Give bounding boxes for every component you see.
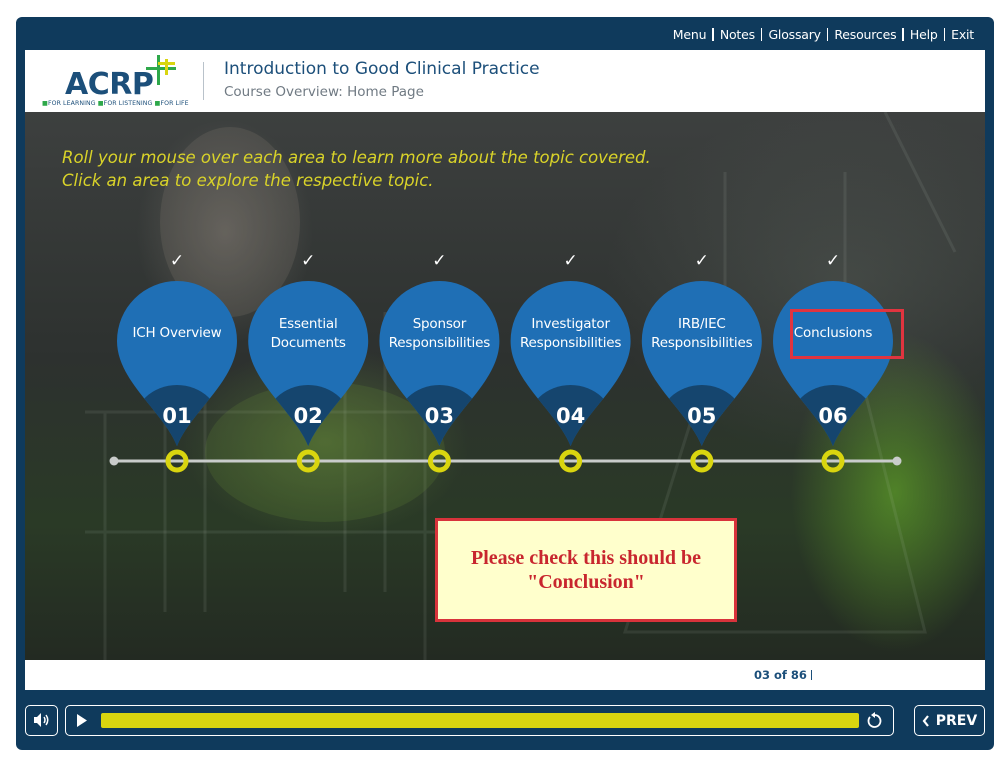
slide-stage: Roll your mouse over each area to learn … <box>25 112 985 660</box>
topic-label-05[interactable]: IRB/IEC Responsibilities <box>642 315 762 353</box>
topic-label-line: Essential <box>278 316 338 332</box>
acrp-logo: ACRP ■FOR LEARNING ■FOR LISTENING ■FOR L… <box>40 53 200 109</box>
nav-help[interactable]: Help <box>904 27 944 42</box>
topic-label-line: IRB/IEC <box>677 316 726 332</box>
prev-label: PREV <box>935 712 978 729</box>
header-divider <box>203 62 204 100</box>
topic-number-04[interactable]: 04 <box>541 404 601 428</box>
slide-counter: 03 of 86 <box>754 668 807 682</box>
review-highlight-box <box>790 309 904 359</box>
page-subtitle: Course Overview: Home Page <box>224 84 424 100</box>
nav-menu[interactable]: Menu <box>667 27 713 42</box>
player-controls: PREV <box>25 705 985 737</box>
review-comment-text: Please check this should be "Conclusion" <box>470 547 702 593</box>
logo-plus-icon <box>146 55 176 85</box>
nav-glossary[interactable]: Glossary <box>762 27 826 42</box>
prev-button[interactable]: PREV <box>914 705 985 736</box>
topic-number-06[interactable]: 06 <box>803 404 863 428</box>
topic-label-line: Responsibilities <box>388 335 491 351</box>
topic-pin-03[interactable] <box>379 281 500 473</box>
timeline-start-dot <box>109 456 119 466</box>
logo-tagline: ■FOR LEARNING ■FOR LISTENING ■FOR LIFE <box>42 100 189 107</box>
completed-check-icon: ✓ <box>169 251 185 270</box>
topic-number-05[interactable]: 05 <box>672 404 732 428</box>
topic-number-02[interactable]: 02 <box>278 404 338 428</box>
completed-check-icon: ✓ <box>694 251 709 270</box>
topic-number-03[interactable]: 03 <box>409 404 469 428</box>
topic-label-line: Sponsor <box>412 316 467 332</box>
slide-footer: 03 of 86 <box>25 660 985 690</box>
nav-notes[interactable]: Notes <box>714 27 761 42</box>
topic-label-line: ICH Overview <box>132 325 222 341</box>
topic-pin-04[interactable] <box>510 280 631 473</box>
nav-resources[interactable]: Resources <box>828 27 902 42</box>
completed-check-icon: ✓ <box>432 251 447 270</box>
topic-label-04[interactable]: Investigator Responsibilities <box>511 315 631 353</box>
topic-number-01[interactable]: 01 <box>147 404 207 428</box>
progress-fill <box>101 713 859 728</box>
footer-separator <box>811 670 812 680</box>
replay-icon[interactable] <box>866 712 884 730</box>
chevron-left-icon <box>922 714 929 727</box>
course-player: Menu Notes Glossary Resources Help Exit … <box>16 17 994 750</box>
course-header: ACRP ■FOR LEARNING ■FOR LISTENING ■FOR L… <box>25 50 985 112</box>
speaker-icon <box>34 713 49 727</box>
play-icon[interactable] <box>75 713 89 728</box>
completed-check-icon: ✓ <box>301 251 316 270</box>
topic-label-line: Responsibilities <box>651 335 753 351</box>
topic-label-line: Responsibilities <box>519 335 622 351</box>
completed-check-icon: ✓ <box>825 251 841 270</box>
topic-label-line: Documents <box>270 335 346 351</box>
seekbar-container <box>65 705 894 736</box>
timeline-end-dot <box>892 456 902 466</box>
progress-bar[interactable] <box>101 713 859 728</box>
topic-label-03[interactable]: Sponsor Responsibilities <box>379 315 499 353</box>
volume-button[interactable] <box>25 705 58 736</box>
topic-label-line: Investigator <box>531 316 610 332</box>
completed-check-icon: ✓ <box>563 251 578 270</box>
review-comment: Please check this should be "Conclusion" <box>435 518 737 622</box>
course-title: Introduction to Good Clinical Practice <box>224 59 540 79</box>
logo-wordmark: ACRP <box>65 67 154 102</box>
top-navigation: Menu Notes Glossary Resources Help Exit <box>667 25 980 43</box>
topic-label-02[interactable]: Essential Documents <box>248 315 368 353</box>
nav-exit[interactable]: Exit <box>945 27 980 42</box>
topic-pin-01[interactable] <box>117 281 237 473</box>
topic-pin-05[interactable] <box>641 281 762 473</box>
topic-label-01[interactable]: ICH Overview <box>117 324 237 343</box>
topic-pin-02[interactable] <box>248 281 369 473</box>
